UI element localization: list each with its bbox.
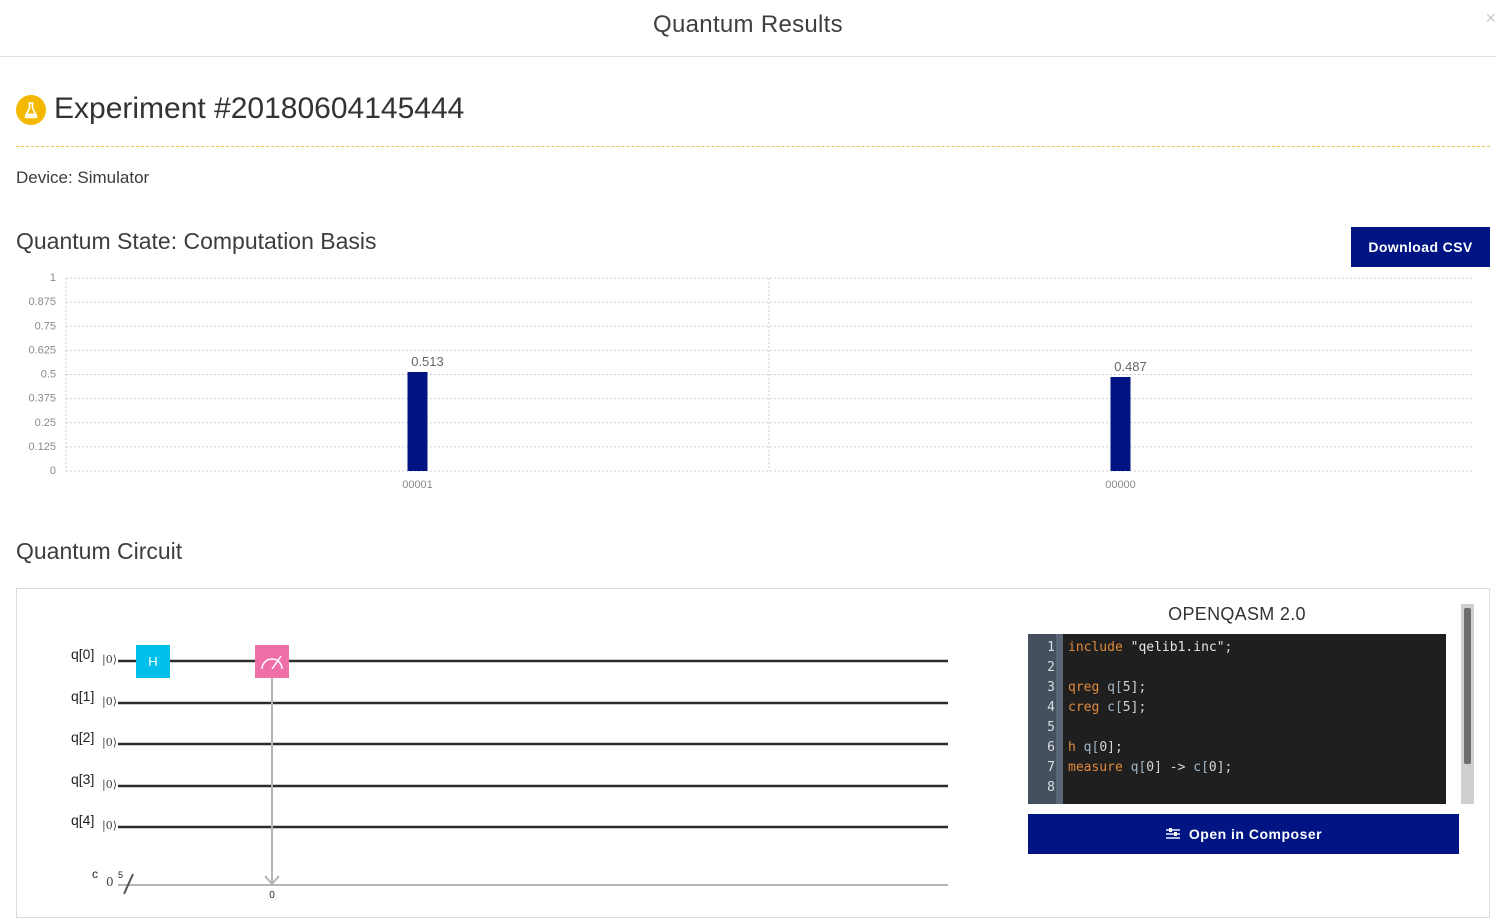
- line-number: 5: [1047, 720, 1055, 735]
- qubit-label: q[1]: [71, 688, 94, 704]
- code-text: measure q[0] -> c[0];: [1068, 760, 1233, 775]
- ket-label: |0⟩: [102, 653, 117, 667]
- code-line: 8: [1028, 778, 1446, 798]
- qubit-label: q[4]: [71, 812, 94, 828]
- x-tick-label: 00000: [1105, 479, 1136, 491]
- line-number: 7: [1047, 760, 1055, 775]
- code-line: 6 h q[0];: [1028, 738, 1446, 758]
- qubit-label: q[3]: [71, 771, 94, 787]
- circuit-diagram: q[0] |0⟩q[1] |0⟩q[2] |0⟩q[3] |0⟩q[4] |0⟩c0 50H: [71, 645, 948, 901]
- bar-value-label: 0.487: [1114, 359, 1147, 374]
- open-in-composer-button[interactable]: Open in Composer: [1028, 814, 1459, 854]
- measure-target-label: 0: [269, 890, 275, 901]
- qasm-title: OPENQASM 2.0: [1168, 604, 1306, 624]
- scrollbar-thumb[interactable]: [1464, 608, 1471, 764]
- line-number: 2: [1047, 660, 1055, 675]
- code-line: 7 measure q[0] -> c[0];: [1028, 758, 1446, 778]
- line-number: 8: [1047, 780, 1055, 795]
- code-text: h q[0];: [1068, 740, 1123, 755]
- code-line: 5: [1028, 718, 1446, 738]
- qubit-label: q[2]: [71, 729, 94, 745]
- classical-init-label: 0: [106, 875, 114, 889]
- code-text: creg c[5];: [1068, 700, 1147, 715]
- bar: [1110, 377, 1131, 471]
- open-in-composer-label: Open in Composer: [1188, 826, 1323, 842]
- editor-scrollbar[interactable]: [1461, 604, 1474, 804]
- code-text: include "qelib1.inc";: [1068, 640, 1233, 655]
- code-line: 3 qreg q[5];: [1028, 678, 1446, 698]
- ket-label: |0⟩: [102, 778, 117, 792]
- ket-label: |0⟩: [102, 695, 117, 709]
- line-number: 4: [1047, 700, 1055, 715]
- code-text: qreg q[5];: [1068, 680, 1147, 695]
- composer-icon: [1165, 828, 1180, 839]
- measure-gate: [255, 645, 289, 678]
- download-csv-button[interactable]: Download CSV: [1351, 227, 1490, 267]
- close-icon[interactable]: ×: [1485, 8, 1496, 29]
- line-number: 6: [1047, 740, 1055, 755]
- line-number: 1: [1047, 640, 1055, 655]
- code-line: 2: [1028, 658, 1446, 678]
- qubit-label: q[0]: [71, 646, 94, 662]
- h-gate-label: H: [148, 654, 157, 669]
- ket-label: |0⟩: [102, 736, 117, 750]
- ket-label: |0⟩: [102, 819, 117, 833]
- register-width-label: 5: [118, 870, 123, 880]
- line-number: 3: [1047, 680, 1055, 695]
- code-line: 1 include "qelib1.inc";: [1028, 638, 1446, 658]
- qasm-editor[interactable]: 1 include "qelib1.inc"; 2 3 qreg q[5]; 4 creg …: [1028, 634, 1446, 804]
- classical-register-label: c: [92, 867, 98, 881]
- code-line: 4 creg c[5];: [1028, 698, 1446, 718]
